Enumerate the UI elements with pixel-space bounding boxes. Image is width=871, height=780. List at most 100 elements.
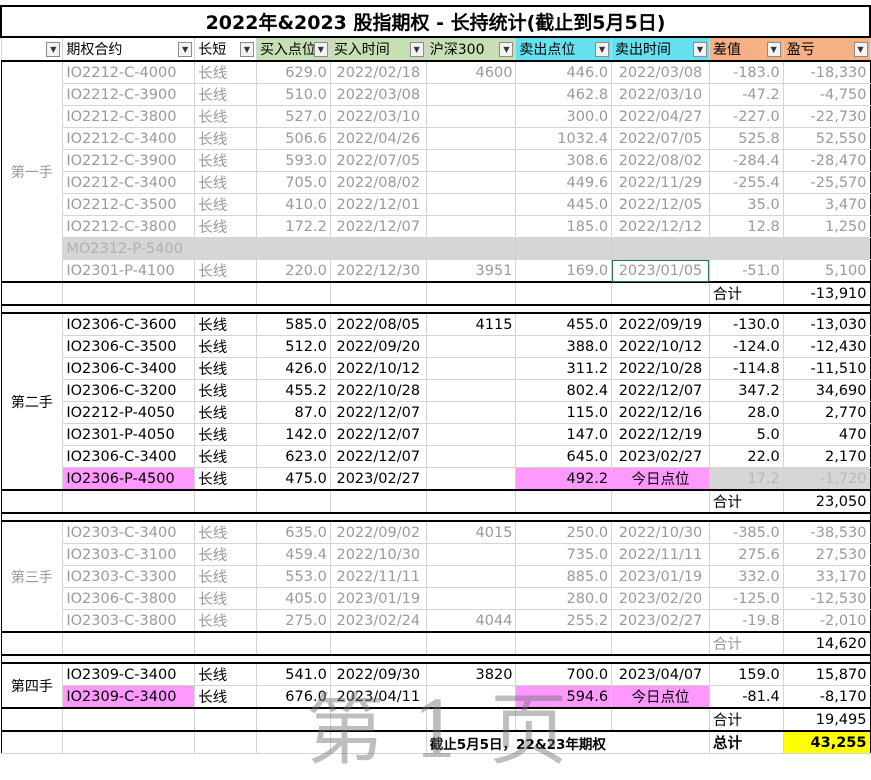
total-label[interactable]: 合计 — [708, 281, 784, 306]
empty-cell[interactable] — [611, 489, 710, 514]
cell-pl[interactable]: -38,530 — [782, 520, 871, 544]
cell-buy-price[interactable]: 87.0 — [255, 401, 331, 424]
cell-buy-date[interactable]: 2022/10/28 — [329, 379, 427, 402]
cell-buy-date[interactable]: 2023/02/24 — [329, 609, 427, 633]
cell-hs300[interactable]: 3820 — [425, 662, 517, 686]
cell-sell-date[interactable]: 2023/02/20 — [611, 587, 710, 610]
cell-type[interactable]: 长线 — [194, 193, 257, 216]
filter-active-icon[interactable]: ▼ — [239, 42, 254, 57]
empty-cell[interactable] — [329, 489, 427, 514]
cell-buy-price[interactable]: 405.0 — [255, 587, 331, 610]
empty-cell[interactable] — [62, 730, 196, 754]
cell-type[interactable]: 长线 — [194, 259, 257, 283]
cell-diff[interactable]: 17.2 — [708, 467, 784, 491]
section-label[interactable]: 第一手 — [0, 60, 64, 283]
cell-sell-date[interactable]: 2022/03/08 — [611, 60, 710, 84]
cell-sell-price[interactable] — [515, 237, 613, 260]
cell-type[interactable]: 长线 — [194, 127, 257, 150]
cell-sell-date[interactable]: 2022/12/16 — [611, 401, 710, 424]
header-hs300[interactable]: 沪深300 ▼ — [425, 36, 517, 62]
cell-buy-price[interactable]: 593.0 — [255, 149, 331, 172]
cell-hs300[interactable] — [425, 379, 517, 402]
cell-contract[interactable]: IO2303-C-3100 — [62, 543, 196, 566]
cell-buy-date[interactable]: 2022/12/07 — [329, 445, 427, 468]
cell-diff[interactable]: -130.0 — [708, 312, 784, 336]
total-label[interactable]: 合计 — [708, 707, 784, 732]
filter-dropdown-icon[interactable]: ▼ — [692, 42, 707, 57]
cell-buy-price[interactable]: 635.0 — [255, 520, 331, 544]
empty-cell[interactable] — [62, 707, 196, 732]
header-buy-date[interactable]: 买入时间 ▼ — [329, 36, 427, 62]
cell-sell-price[interactable]: 802.4 — [515, 379, 613, 402]
cell-type[interactable]: 长线 — [194, 520, 257, 544]
empty-cell[interactable] — [611, 281, 710, 306]
cell-hs300[interactable] — [425, 357, 517, 380]
cell-buy-date[interactable]: 2022/03/10 — [329, 105, 427, 128]
cell-sell-price[interactable]: 455.0 — [515, 312, 613, 336]
cell-hs300[interactable] — [425, 83, 517, 106]
section-label[interactable]: 第四手 — [0, 662, 64, 709]
cell-buy-date[interactable]: 2022/12/07 — [329, 401, 427, 424]
empty-cell[interactable] — [0, 707, 64, 732]
cell-buy-price[interactable]: 455.2 — [255, 379, 331, 402]
cell-contract[interactable]: IO2306-C-3200 — [62, 379, 196, 402]
cell-sell-date[interactable]: 2022/12/19 — [611, 423, 710, 446]
cell-buy-price[interactable]: 629.0 — [255, 60, 331, 84]
total-value[interactable]: 23,050 — [782, 489, 871, 514]
cell-pl[interactable]: -22,730 — [782, 105, 871, 128]
cell-sell-date[interactable]: 2022/08/02 — [611, 149, 710, 172]
section-label[interactable]: 第二手 — [0, 312, 64, 491]
cell-sell-date[interactable]: 2022/09/19 — [611, 312, 710, 336]
cell-diff[interactable]: 525.8 — [708, 127, 784, 150]
empty-cell[interactable] — [515, 489, 613, 514]
cell-buy-date[interactable]: 2022/08/05 — [329, 312, 427, 336]
cell-contract[interactable]: IO2301-P-4050 — [62, 423, 196, 446]
cell-buy-date[interactable]: 2022/08/02 — [329, 171, 427, 194]
cell-contract[interactable]: MO2312-P-5400 — [62, 237, 196, 260]
cell-sell-date[interactable]: 2022/10/30 — [611, 520, 710, 544]
cell-diff[interactable] — [708, 237, 784, 260]
cell-hs300[interactable]: 4115 — [425, 312, 517, 336]
cell-buy-price[interactable]: 512.0 — [255, 335, 331, 358]
cell-contract[interactable]: IO2303-C-3800 — [62, 609, 196, 633]
cell-buy-date[interactable]: 2022/12/07 — [329, 215, 427, 238]
cell-diff[interactable]: -51.0 — [708, 259, 784, 283]
cell-sell-price[interactable]: 492.2 — [515, 467, 613, 491]
cell-buy-date[interactable]: 2023/01/19 — [329, 587, 427, 610]
cell-diff[interactable]: -114.8 — [708, 357, 784, 380]
cell-contract[interactable]: IO2212-C-3400 — [62, 171, 196, 194]
cell-sell-price[interactable]: 388.0 — [515, 335, 613, 358]
cell-hs300[interactable] — [425, 401, 517, 424]
cell-type[interactable]: 长线 — [194, 357, 257, 380]
empty-cell[interactable] — [0, 631, 64, 656]
sheet-title[interactable]: 2022年&2023 股指期权 - 长持统计(截止到5月5日) — [0, 5, 871, 38]
cell-contract[interactable]: IO2306-C-3800 — [62, 587, 196, 610]
cell-sell-price[interactable]: 446.0 — [515, 60, 613, 84]
cell-type[interactable]: 长线 — [194, 609, 257, 633]
cell-pl[interactable]: -1,720 — [782, 467, 871, 491]
cell-diff[interactable]: -125.0 — [708, 587, 784, 610]
empty-cell[interactable] — [425, 281, 517, 306]
cell-buy-price[interactable]: 541.0 — [255, 662, 331, 686]
cell-pl[interactable]: -11,510 — [782, 357, 871, 380]
cell-contract[interactable]: IO2306-C-3400 — [62, 357, 196, 380]
empty-cell[interactable] — [194, 489, 257, 514]
cell-type[interactable]: 长线 — [194, 149, 257, 172]
empty-cell[interactable] — [62, 631, 196, 656]
cell-hs300[interactable] — [425, 423, 517, 446]
empty-cell[interactable] — [255, 707, 331, 732]
cell-contract[interactable]: IO2212-C-3500 — [62, 193, 196, 216]
cell-sell-date[interactable]: 今日点位 — [611, 467, 710, 491]
cell-type[interactable]: 长线 — [194, 312, 257, 336]
cell-pl[interactable]: 27,530 — [782, 543, 871, 566]
cell-type[interactable]: 长线 — [194, 543, 257, 566]
cell-buy-date[interactable]: 2022/10/12 — [329, 357, 427, 380]
cell-type[interactable] — [194, 237, 257, 260]
cell-pl[interactable]: -12,430 — [782, 335, 871, 358]
cell-sell-date[interactable]: 今日点位 — [611, 685, 710, 709]
cell-type[interactable]: 长线 — [194, 401, 257, 424]
cell-diff[interactable]: -183.0 — [708, 60, 784, 84]
empty-cell[interactable] — [62, 281, 196, 306]
cell-contract[interactable]: IO2303-C-3400 — [62, 520, 196, 544]
cell-contract[interactable]: IO2212-C-3900 — [62, 149, 196, 172]
